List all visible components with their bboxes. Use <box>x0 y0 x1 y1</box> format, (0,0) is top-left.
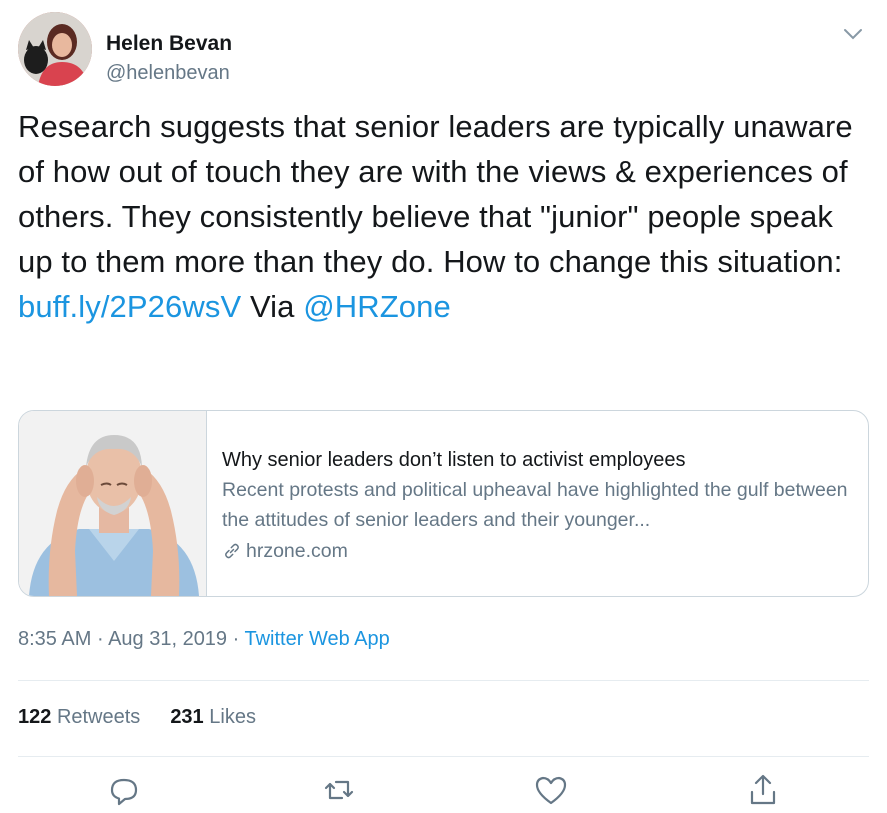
retweets-label: Retweets <box>56 706 141 728</box>
avatar[interactable] <box>18 12 92 86</box>
tweet-actions <box>18 772 869 812</box>
retweet-button[interactable] <box>321 772 357 808</box>
mention-link[interactable]: @HRZone <box>303 289 451 324</box>
chevron-down-icon <box>844 29 862 40</box>
card-title: Why senior leaders don’t listen to activ… <box>222 449 686 471</box>
tweet-text-body: Research suggests that senior leaders ar… <box>18 109 853 279</box>
author-handle[interactable]: @helenbevan <box>106 62 230 85</box>
tweet-date[interactable]: Aug 31, 2019 <box>108 628 227 650</box>
card-description: Recent protests and political upheaval h… <box>222 479 848 531</box>
more-options-button[interactable] <box>841 22 865 46</box>
like-icon <box>535 776 567 805</box>
tweet-header: Helen Bevan @helenbevan <box>18 12 869 90</box>
likes-stat[interactable]: 231 Likes <box>170 706 256 729</box>
link-card[interactable]: Why senior leaders don’t listen to activ… <box>18 410 869 597</box>
reply-icon <box>110 778 138 806</box>
meta-separator: · <box>91 628 109 650</box>
tweet-source[interactable]: Twitter Web App <box>244 628 389 650</box>
tweet-meta: 8:35 AM · Aug 31, 2019 · Twitter Web App <box>18 628 390 651</box>
retweet-icon <box>324 780 354 800</box>
likes-count: 231 <box>170 706 204 728</box>
tweet-link[interactable]: buff.ly/2P26wsV <box>18 289 241 324</box>
card-image <box>19 411 207 596</box>
author-name[interactable]: Helen Bevan <box>106 32 232 56</box>
tweet-text: Research suggests that senior leaders ar… <box>18 104 868 329</box>
divider <box>18 680 869 681</box>
reply-button[interactable] <box>106 772 142 808</box>
retweets-count: 122 <box>18 706 52 728</box>
card-domain-text: hrzone.com <box>246 540 348 562</box>
retweets-stat[interactable]: 122 Retweets <box>18 706 140 729</box>
card-body: Why senior leaders don’t listen to activ… <box>222 445 862 567</box>
tweet-stats: 122 Retweets 231 Likes <box>18 706 256 729</box>
share-button[interactable] <box>745 772 781 808</box>
share-icon <box>750 774 776 805</box>
meta-separator: · <box>227 628 245 650</box>
tweet-time[interactable]: 8:35 AM <box>18 628 91 650</box>
likes-label: Likes <box>209 706 256 728</box>
card-domain: hrzone.com <box>222 535 862 567</box>
divider <box>18 756 869 757</box>
tweet-text-via: Via <box>241 289 304 324</box>
like-button[interactable] <box>533 772 569 808</box>
link-icon <box>225 543 239 559</box>
